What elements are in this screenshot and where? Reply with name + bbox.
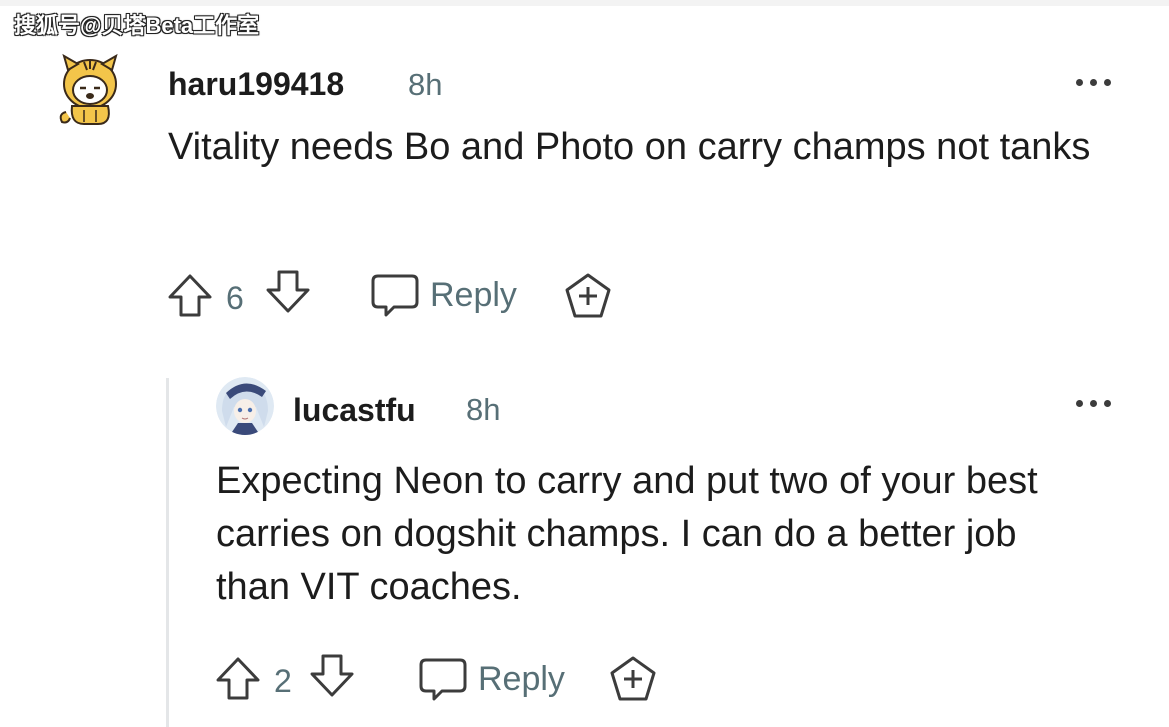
reply-button[interactable]: Reply [418,654,565,704]
comment-timestamp: 8h [466,392,501,427]
speech-bubble-icon [419,658,467,701]
upvote-button[interactable] [214,656,262,702]
upvote-arrow-icon [216,657,260,700]
comment-body: Expecting Neon to carry and put two of y… [216,460,1038,609]
award-plus-icon [610,656,656,701]
anime-character-avatar-icon[interactable] [216,377,274,435]
reply-label: Reply [478,659,565,698]
downvote-arrow-icon [310,654,354,697]
more-options-icon[interactable] [1076,397,1116,411]
vote-count: 2 [274,663,292,699]
downvote-button[interactable] [308,652,356,698]
award-button[interactable] [608,655,658,703]
comment-2: lucastfu 8h Expecting Neon to carry and … [0,0,1169,727]
comment-username[interactable]: lucastfu [293,392,416,429]
